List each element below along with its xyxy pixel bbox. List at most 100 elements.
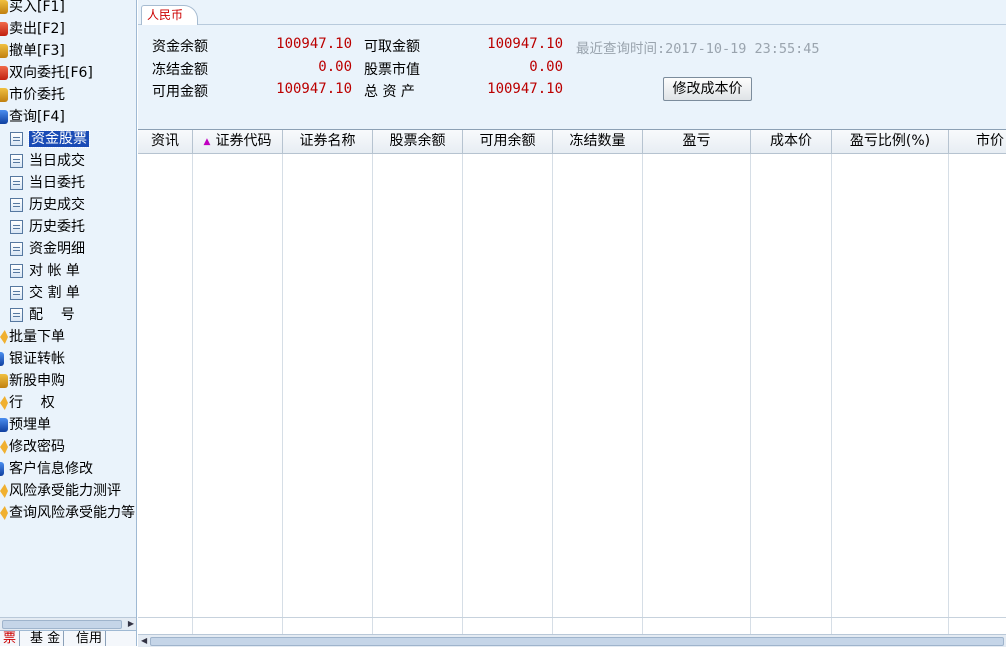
- sidebar-item-allotment-number[interactable]: 配 号: [10, 305, 75, 325]
- query-icon: [0, 110, 8, 124]
- document-icon: [10, 198, 23, 212]
- sidebar-item-history-orders[interactable]: 历史委托: [10, 217, 85, 237]
- column-header-cost-price[interactable]: 成本价: [751, 130, 832, 153]
- sidebar-item-label: 市价委托: [9, 87, 65, 103]
- column-divider: [642, 154, 643, 644]
- sidebar-item-ipo-subscribe[interactable]: 新股申购: [0, 371, 65, 391]
- sidebar-item-risk-query[interactable]: 查询风险承受能力等: [0, 503, 135, 523]
- column-divider: [372, 154, 373, 644]
- document-icon: [10, 220, 23, 234]
- column-header-profit-loss[interactable]: 盈亏: [643, 130, 751, 153]
- available-value: 100947.10: [276, 81, 352, 97]
- exercise-icon: [0, 396, 8, 410]
- sidebar-item-label: 历史委托: [29, 219, 85, 235]
- tab-stocks[interactable]: 票: [0, 631, 21, 646]
- market-order-icon: [0, 88, 8, 102]
- sidebar-item-label: 买入[F1]: [9, 0, 65, 15]
- column-divider: [192, 154, 193, 644]
- sidebar-item-label: 银证转帐: [9, 351, 65, 367]
- sidebar-item-label: 客户信息修改: [9, 461, 93, 477]
- sidebar-item-cancel-order[interactable]: 撤单[F3]: [0, 41, 65, 61]
- column-divider: [750, 154, 751, 644]
- scroll-right-icon[interactable]: ▶: [128, 619, 134, 628]
- sidebar-item-history-trades[interactable]: 历史成交: [10, 195, 85, 215]
- sidebar-horizontal-scrollbar[interactable]: ▶: [0, 617, 136, 630]
- sidebar-item-exercise[interactable]: 行 权: [0, 393, 55, 413]
- sidebar-item-batch-order[interactable]: 批量下单: [0, 327, 65, 347]
- sidebar-item-buy[interactable]: 买入[F1]: [0, 0, 65, 17]
- tab-rmb[interactable]: 人民币: [141, 5, 199, 25]
- sidebar-item-funds-stocks[interactable]: 资金股票: [10, 129, 90, 149]
- sidebar-item-label: 撤单[F3]: [9, 43, 65, 59]
- sidebar-item-sell[interactable]: 卖出[F2]: [0, 19, 65, 39]
- sidebar-item-label: 预埋单: [9, 417, 51, 433]
- market-value-value: 0.00: [529, 59, 563, 75]
- sidebar-item-label: 历史成交: [29, 197, 85, 213]
- document-icon: [10, 176, 23, 190]
- sidebar-item-fund-details[interactable]: 资金明细: [10, 239, 85, 259]
- sidebar-item-today-orders[interactable]: 当日委托: [10, 173, 85, 193]
- sidebar-item-label: 交 割 单: [29, 285, 80, 301]
- table-footer-line: [138, 617, 1006, 618]
- main-panel: 人民币 资金余额 100947.10 冻结金额 0.00 可用金额 100947…: [138, 0, 1006, 647]
- sidebar-tree: 买入[F1] 卖出[F2] 撤单[F3] 双向委托[F6] 市价委托 查询[F4…: [0, 0, 137, 646]
- sidebar-item-label: 查询[F4]: [9, 109, 65, 125]
- sidebar-item-preset-order[interactable]: 预埋单: [0, 415, 51, 435]
- sidebar-item-today-trades[interactable]: 当日成交: [10, 151, 85, 171]
- scrollbar-thumb[interactable]: [2, 620, 122, 629]
- sidebar-item-delivery-slip[interactable]: 交 割 单: [10, 283, 80, 303]
- total-assets-label: 总 资 产: [364, 84, 415, 100]
- sidebar-item-market-order[interactable]: 市价委托: [0, 85, 65, 105]
- balance-label: 资金余额: [152, 39, 208, 55]
- change-password-icon: [0, 440, 8, 454]
- sidebar-item-label: 新股申购: [9, 373, 65, 389]
- sidebar-item-query[interactable]: 查询[F4]: [0, 107, 65, 127]
- currency-tab-strip: 人民币: [138, 0, 1006, 25]
- bank-transfer-icon: [0, 352, 4, 366]
- sidebar-item-label: 当日委托: [29, 175, 85, 191]
- sidebar-item-bank-transfer[interactable]: 银证转帐: [0, 349, 65, 369]
- sidebar-item-label: 对 帐 单: [29, 263, 80, 279]
- sidebar-item-label: 卖出[F2]: [9, 21, 65, 37]
- document-icon: [10, 264, 23, 278]
- sidebar-item-label: 批量下单: [9, 329, 65, 345]
- risk-assessment-icon: [0, 484, 8, 498]
- scrollbar-thumb[interactable]: [150, 637, 1004, 646]
- column-header-frozen-qty[interactable]: 冻结数量: [553, 130, 643, 153]
- last-query-time: 最近查询时间:2017-10-19 23:55:45: [576, 41, 820, 57]
- ipo-subscribe-icon: [0, 374, 8, 388]
- sidebar-item-statement[interactable]: 对 帐 单: [10, 261, 80, 281]
- column-header-stock-balance[interactable]: 股票余额: [373, 130, 463, 153]
- sort-ascending-icon: ▲: [203, 137, 211, 147]
- sidebar-item-label: 行 权: [9, 395, 55, 411]
- column-header-name[interactable]: 证券名称: [283, 130, 373, 153]
- sidebar-item-label: 风险承受能力测评: [9, 483, 121, 499]
- sidebar-item-label: 双向委托[F6]: [9, 65, 93, 81]
- tab-funds[interactable]: 基 金: [27, 631, 65, 646]
- tab-credit[interactable]: 信用: [73, 631, 107, 646]
- sidebar-item-dual-order[interactable]: 双向委托[F6]: [0, 63, 93, 83]
- customer-info-icon: [0, 462, 4, 476]
- column-header-info[interactable]: 资讯: [138, 130, 193, 153]
- document-icon: [10, 286, 23, 300]
- sidebar-item-change-password[interactable]: 修改密码: [0, 437, 65, 457]
- market-value-label: 股票市值: [364, 62, 420, 78]
- table-horizontal-scrollbar[interactable]: ◀: [138, 634, 1006, 647]
- column-divider: [948, 154, 949, 644]
- batch-order-icon: [0, 330, 8, 344]
- total-assets-value: 100947.10: [487, 81, 563, 97]
- column-header-pl-ratio[interactable]: 盈亏比例(%): [832, 130, 949, 153]
- column-header-code[interactable]: ▲ 证券代码: [193, 130, 283, 153]
- sidebar-item-customer-info[interactable]: 客户信息修改: [0, 459, 93, 479]
- column-divider: [462, 154, 463, 644]
- withdrawable-value: 100947.10: [487, 36, 563, 52]
- sidebar-item-label: 当日成交: [29, 153, 85, 169]
- sidebar-item-risk-assessment[interactable]: 风险承受能力测评: [0, 481, 121, 501]
- sell-icon: [0, 22, 8, 36]
- column-header-available[interactable]: 可用余额: [463, 130, 553, 153]
- risk-query-icon: [0, 506, 8, 520]
- scroll-left-icon[interactable]: ◀: [141, 636, 147, 645]
- modify-cost-button[interactable]: 修改成本价: [663, 77, 752, 101]
- column-header-market-price[interactable]: 市价: [949, 130, 1006, 153]
- sidebar-item-label: 资金明细: [29, 241, 85, 257]
